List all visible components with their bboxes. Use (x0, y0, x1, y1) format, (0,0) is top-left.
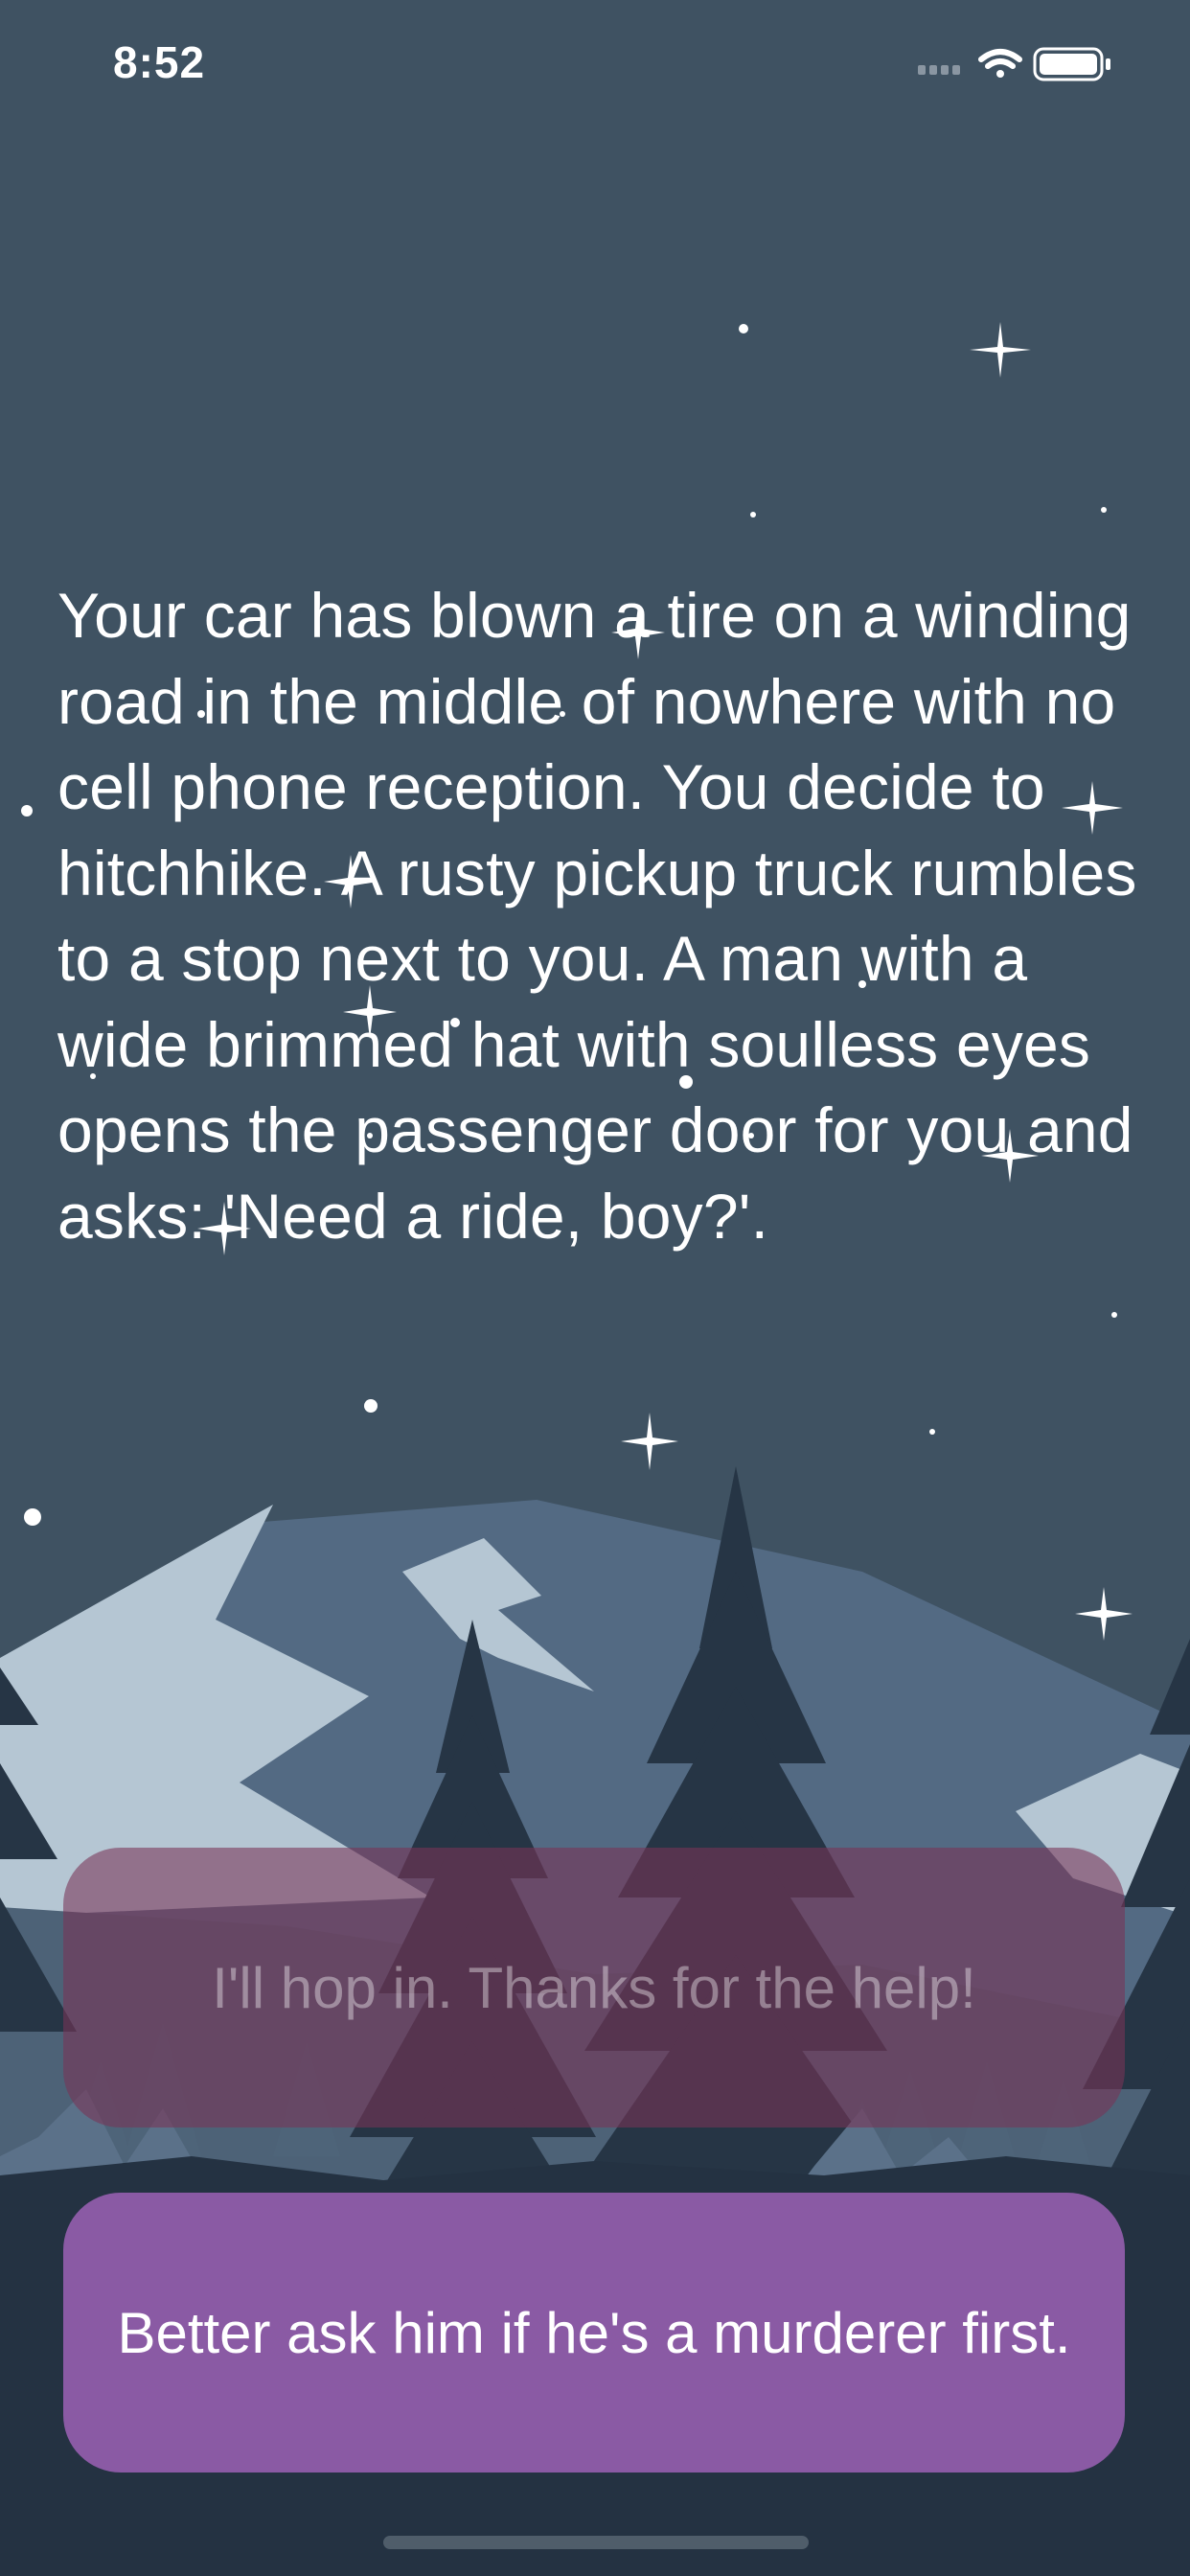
choice-label: Better ask him if he's a murderer first. (117, 2300, 1071, 2365)
home-indicator[interactable] (383, 2536, 809, 2549)
choice-button-hop-in[interactable]: I'll hop in. Thanks for the help! (63, 1848, 1125, 2128)
cellular-signal-icon (918, 65, 960, 75)
game-screen: 8:52 Your car has blown a tire on a wind… (0, 0, 1190, 2576)
night-forest-background (0, 0, 1190, 2576)
story-text: Your car has blown a tire on a winding r… (57, 580, 1137, 1252)
status-icons (918, 46, 1129, 84)
battery-icon (1033, 47, 1110, 81)
wifi-icon (978, 49, 1022, 78)
choice-button-ask-murderer[interactable]: Better ask him if he's a murderer first. (63, 2193, 1125, 2472)
choice-label: I'll hop in. Thanks for the help! (212, 1955, 976, 2020)
status-time: 8:52 (113, 37, 206, 87)
